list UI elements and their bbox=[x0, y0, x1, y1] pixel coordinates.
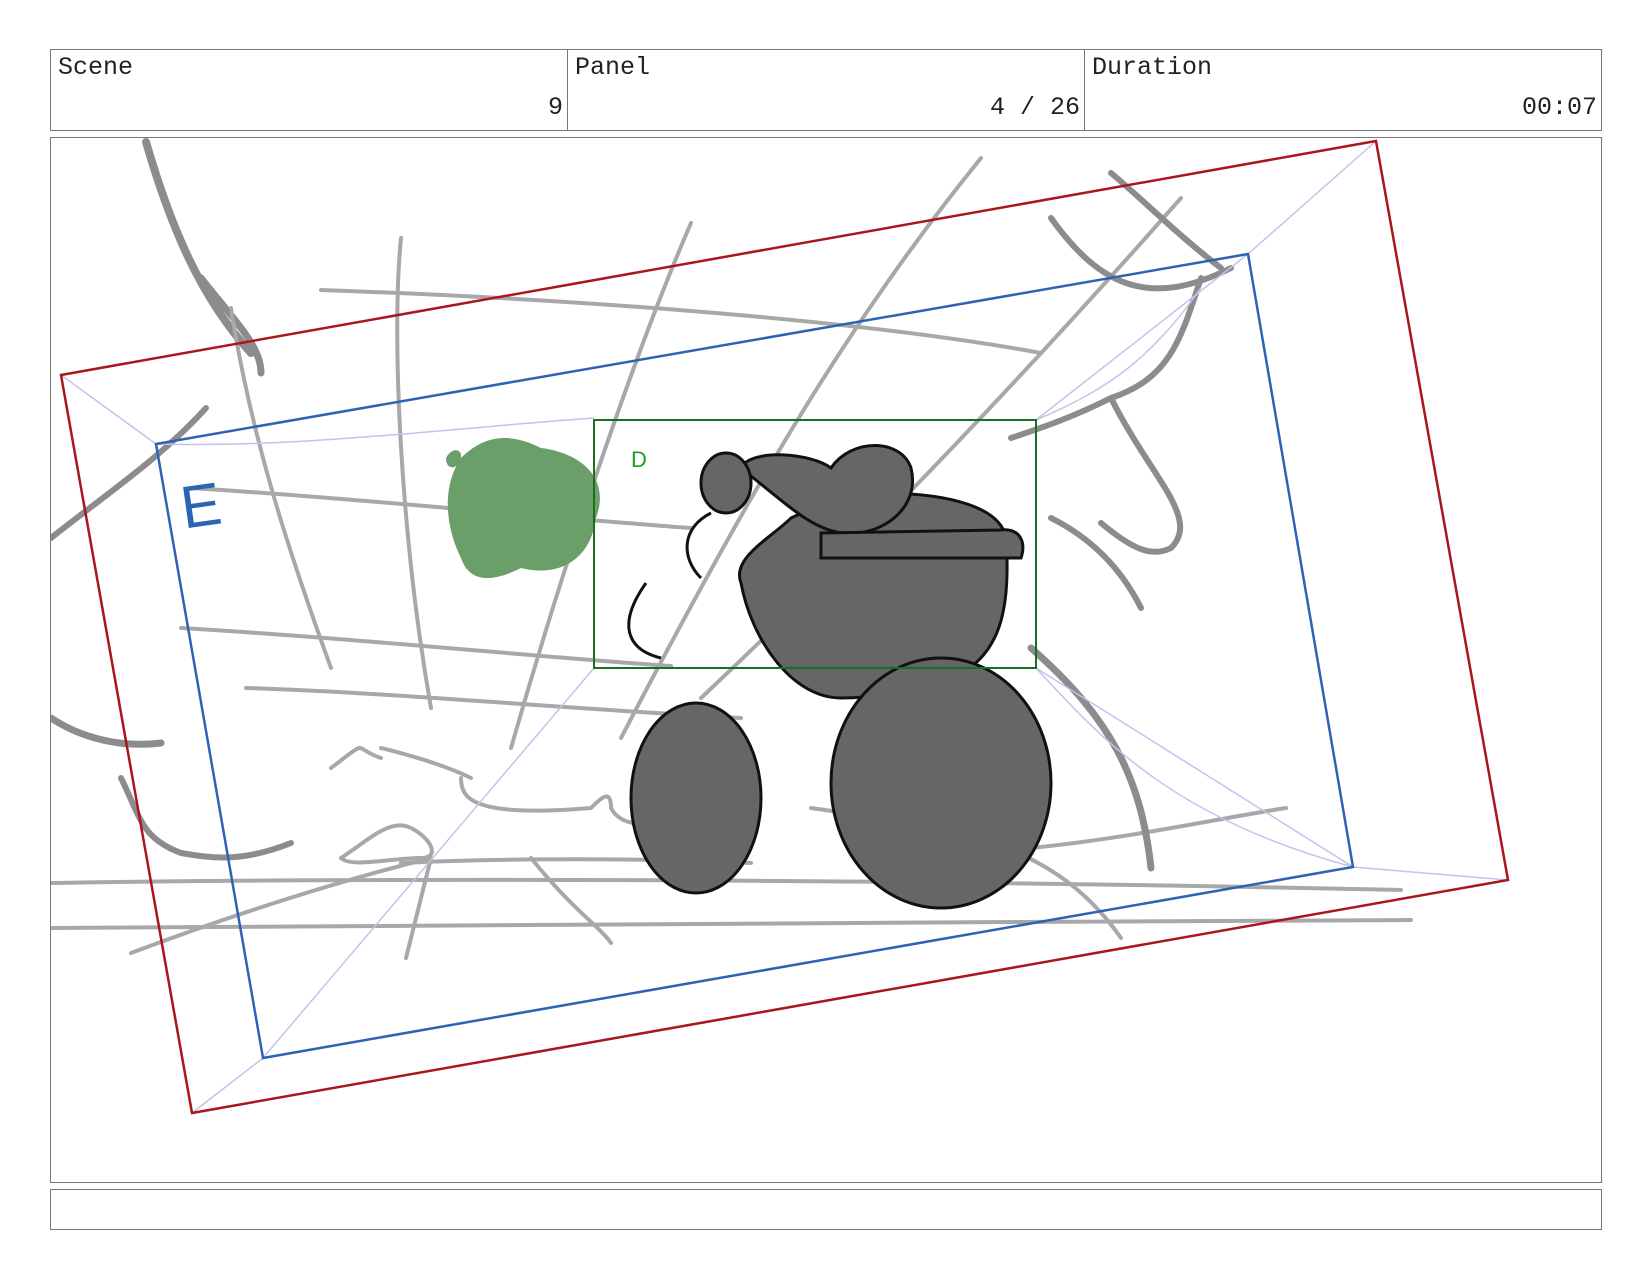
notes-box[interactable] bbox=[50, 1189, 1602, 1230]
duration-label: Duration bbox=[1092, 53, 1213, 82]
storyboard-frame[interactable]: E D bbox=[50, 137, 1602, 1183]
panel-cell: Panel 4 / 26 bbox=[568, 50, 1085, 130]
duration-cell: Duration 00:07 bbox=[1085, 50, 1601, 130]
scene-number[interactable]: 9 bbox=[548, 94, 563, 122]
scene-label: Scene bbox=[58, 53, 134, 82]
camera-frame-mid[interactable] bbox=[154, 252, 1355, 1060]
panel-counter[interactable]: 4 / 26 bbox=[990, 94, 1080, 122]
scene-cell: Scene 9 bbox=[51, 50, 568, 130]
duration-value[interactable]: 00:07 bbox=[1522, 94, 1597, 122]
character-sketch bbox=[627, 444, 1053, 910]
green-blob bbox=[447, 438, 600, 578]
panel-header: Scene 9 Panel 4 / 26 Duration 00:07 bbox=[50, 49, 1602, 131]
panel-label: Panel bbox=[575, 53, 651, 82]
storyboard-drawing bbox=[51, 138, 1510, 1115]
camera-tag-inner: D bbox=[631, 447, 647, 472]
